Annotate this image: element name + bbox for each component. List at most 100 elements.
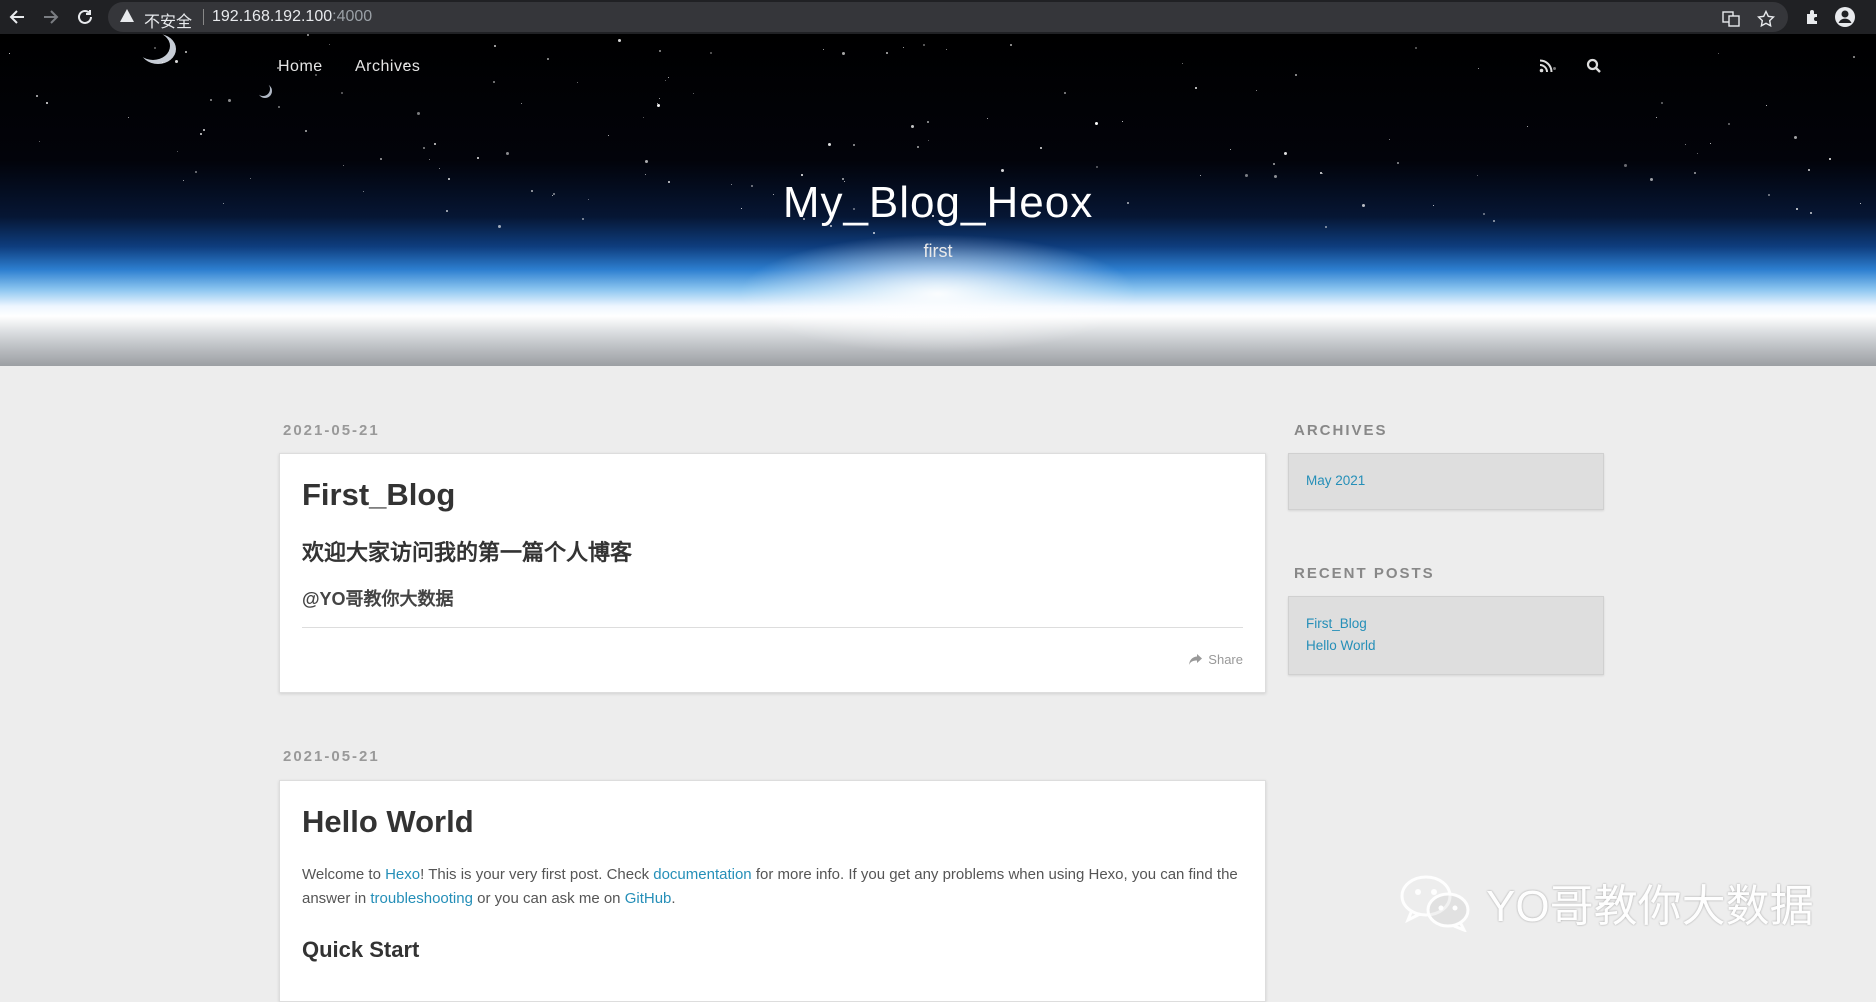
omnibox-separator	[203, 9, 204, 25]
recent-posts-widget-title: RECENT POSTS	[1294, 565, 1435, 582]
star	[434, 143, 436, 145]
star	[1728, 123, 1730, 125]
star	[439, 168, 440, 169]
browser-toolbar: 不安全 192.168.192.100:4000	[0, 0, 1876, 34]
hexo-link[interactable]: Hexo	[385, 866, 420, 883]
star	[657, 103, 658, 104]
star	[1230, 149, 1231, 150]
star	[493, 81, 495, 83]
star	[185, 51, 187, 53]
nav-archives-link[interactable]: Archives	[355, 58, 420, 76]
star	[305, 130, 307, 132]
archive-link[interactable]: May 2021	[1306, 470, 1586, 492]
star	[1829, 158, 1831, 160]
star	[987, 118, 988, 119]
extensions-puzzle-icon[interactable]	[1800, 4, 1826, 30]
post-title[interactable]: Hello World	[302, 804, 474, 840]
star	[1527, 126, 1528, 127]
share-button[interactable]: Share	[1189, 652, 1243, 667]
paragraph-text: or you can ask me on	[472, 890, 625, 907]
star	[618, 39, 621, 42]
star	[665, 80, 666, 81]
profile-avatar-icon[interactable]	[1832, 4, 1858, 30]
star	[494, 45, 496, 47]
recent-posts-widget: First_Blog Hello World	[1288, 596, 1604, 675]
star	[506, 152, 509, 155]
star	[1245, 174, 1248, 177]
star	[643, 117, 644, 118]
star	[162, 62, 163, 63]
security-label: 不安全	[144, 12, 193, 31]
star	[329, 44, 330, 45]
star	[659, 50, 661, 52]
star	[210, 99, 212, 101]
star	[1415, 47, 1417, 49]
star	[1853, 56, 1855, 58]
reload-button[interactable]	[72, 4, 98, 30]
address-bar[interactable]: 不安全 192.168.192.100:4000	[108, 2, 1788, 32]
site-banner: Home Archives My_Blog_Heox first	[0, 34, 1876, 366]
post-date[interactable]: 2021-05-21	[283, 748, 380, 765]
post-heading: 欢迎大家访问我的第一篇个人博客	[302, 540, 633, 565]
star	[195, 171, 197, 173]
star	[1182, 63, 1183, 64]
site-title[interactable]: My_Blog_Heox	[0, 178, 1876, 228]
section-heading: Quick Start	[302, 937, 420, 962]
star	[1478, 68, 1479, 69]
nav-home-link[interactable]: Home	[278, 58, 323, 76]
url-port: :4000	[332, 8, 373, 25]
star	[128, 117, 129, 118]
url-text[interactable]: 192.168.192.100:4000	[212, 8, 372, 26]
forward-arrow-icon	[44, 10, 59, 24]
star	[9, 53, 10, 54]
post-subheading: @YO哥教你大数据	[302, 589, 454, 609]
search-icon[interactable]	[1580, 52, 1608, 80]
star	[1095, 122, 1098, 125]
star	[46, 102, 48, 104]
post-date[interactable]: 2021-05-21	[283, 422, 380, 439]
back-arrow-icon	[9, 10, 24, 24]
star	[886, 52, 888, 54]
star	[1064, 92, 1066, 94]
recent-post-link[interactable]: Hello World	[1306, 635, 1586, 657]
archives-widget-title: ARCHIVES	[1294, 422, 1388, 439]
troubleshooting-link[interactable]: troubleshooting	[370, 890, 473, 907]
forward-button[interactable]	[38, 4, 64, 30]
star	[1697, 153, 1698, 154]
star	[380, 158, 382, 160]
star	[801, 174, 803, 176]
star	[927, 121, 929, 123]
share-label: Share	[1208, 652, 1243, 667]
translate-icon[interactable]	[1718, 6, 1744, 32]
star	[1200, 175, 1201, 176]
star	[1295, 74, 1297, 76]
moon-icon	[258, 84, 272, 98]
star	[203, 129, 205, 131]
archives-widget: May 2021	[1288, 453, 1604, 510]
star	[693, 93, 694, 94]
star	[547, 58, 549, 60]
star	[1477, 175, 1478, 176]
star	[659, 98, 660, 99]
star	[828, 143, 831, 146]
github-link[interactable]: GitHub	[625, 890, 672, 907]
star	[1389, 139, 1390, 140]
star	[1661, 102, 1663, 104]
post-card: Hello World Welcome to Hexo! This is you…	[279, 780, 1266, 1002]
recent-post-link[interactable]: First_Blog	[1306, 613, 1586, 635]
post-title[interactable]: First_Blog	[302, 477, 455, 513]
star	[200, 133, 202, 135]
star	[946, 49, 947, 50]
post-card: First_Blog 欢迎大家访问我的第一篇个人博客 @YO哥教你大数据 Sha…	[279, 453, 1266, 693]
rss-icon[interactable]	[1532, 52, 1560, 80]
post-divider	[302, 627, 1243, 628]
star	[1001, 169, 1004, 172]
star	[477, 157, 479, 159]
star	[423, 147, 425, 149]
star	[1710, 143, 1711, 144]
bookmark-star-icon[interactable]	[1753, 6, 1779, 32]
back-button[interactable]	[4, 4, 30, 30]
share-icon	[1189, 654, 1203, 665]
star	[1256, 90, 1257, 91]
documentation-link[interactable]: documentation	[653, 866, 751, 883]
